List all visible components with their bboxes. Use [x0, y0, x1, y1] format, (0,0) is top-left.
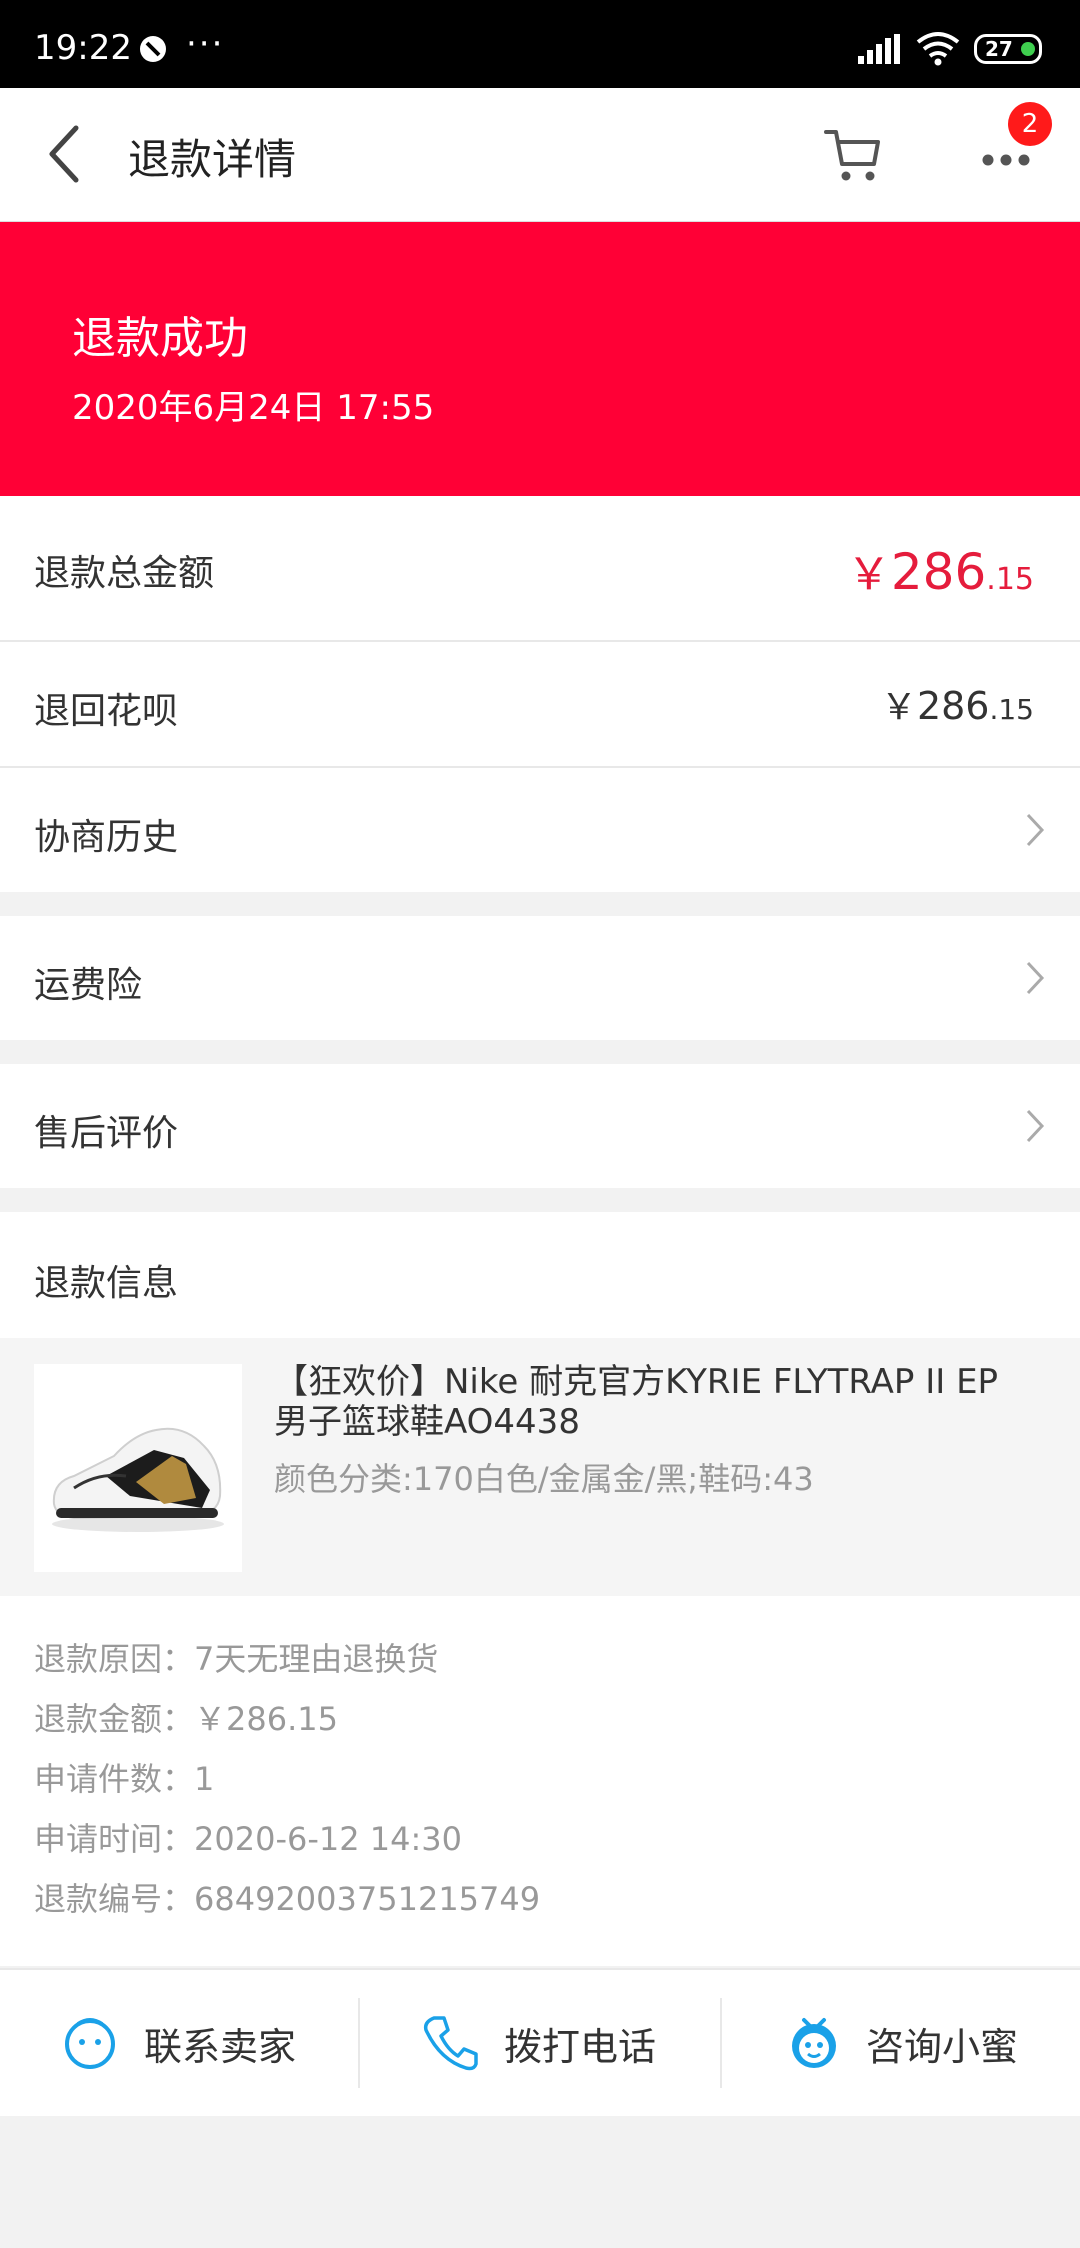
- request-time: 申请时间：2020-6-12 14:30: [34, 1820, 463, 1858]
- action-bar: 联系卖家 拨打电话 咨询小蜜: [0, 1968, 1080, 2116]
- amount-decimal: .15: [986, 562, 1034, 597]
- request-count: 申请件数：1: [34, 1760, 215, 1798]
- negotiation-history-row[interactable]: 协商历史: [0, 768, 1080, 892]
- battery-level: 27: [985, 37, 1013, 61]
- currency-symbol: ￥: [846, 549, 891, 600]
- ask-assistant-label: 咨询小蜜: [866, 2025, 1019, 2069]
- nav-bar: 退款详情 2: [0, 88, 1080, 222]
- status-bar: 19:22 ··· 27: [0, 0, 1080, 88]
- cart-icon[interactable]: [822, 124, 884, 186]
- call-phone-label: 拨打电话: [504, 2025, 657, 2069]
- currency-symbol: ￥: [880, 687, 917, 728]
- chat-face-icon: [65, 2018, 115, 2069]
- refund-total-label: 退款总金额: [34, 553, 215, 594]
- call-phone-button[interactable]: 拨打电话: [360, 1970, 720, 2116]
- refund-number[interactable]: 退款编号：68492003751215749: [34, 1874, 540, 1920]
- phone-icon: [423, 2016, 478, 2071]
- contact-seller-button[interactable]: 联系卖家: [0, 1970, 358, 2116]
- refund-status-banner: 退款成功 2020年6月24日 17:55: [0, 222, 1080, 496]
- signal-icon: [858, 34, 900, 64]
- refund-info-title: 退款信息: [34, 1263, 179, 1304]
- battery-icon: 27: [974, 34, 1042, 64]
- after-sale-review-row[interactable]: 售后评价: [0, 1064, 1080, 1188]
- huabei-label: 退回花呗: [34, 691, 179, 732]
- amount-decimal: .15: [989, 693, 1034, 726]
- refund-total-amount: ￥286.15: [847, 538, 1034, 602]
- contact-seller-label: 联系卖家: [144, 2025, 297, 2069]
- refund-reason: 退款原因：7天无理由退换货: [34, 1640, 439, 1678]
- shipping-insurance-row[interactable]: 运费险: [0, 916, 1080, 1040]
- huabei-row: 退回花呗 ￥286.15: [0, 642, 1080, 766]
- refund-date: 2020年6月24日 17:55: [72, 388, 435, 428]
- ask-assistant-button[interactable]: 咨询小蜜: [722, 1970, 1080, 2116]
- after-sale-review-label: 售后评价: [34, 1113, 179, 1154]
- status-time: 19:22: [34, 28, 132, 68]
- chevron-right-icon: [1026, 1109, 1045, 1143]
- amount-integer: 286: [916, 684, 990, 728]
- refund-info-header: 退款信息: [0, 1212, 1080, 1338]
- back-arrow-icon[interactable]: [40, 122, 90, 186]
- assistant-icon: [792, 2018, 836, 2068]
- status-overflow-dots: ···: [186, 24, 225, 64]
- refund-total-row: 退款总金额 ￥286.15: [0, 496, 1080, 640]
- amount-integer: 286: [890, 543, 987, 601]
- product-image[interactable]: [34, 1364, 242, 1572]
- negotiation-history-label: 协商历史: [34, 817, 179, 858]
- product-title[interactable]: 【狂欢价】Nike 耐克官方KYRIE FLYTRAP II EP 男子篮球鞋A…: [274, 1362, 1034, 1442]
- refund-info-details: 退款原因：7天无理由退换货 退款金额：￥286.15 申请件数：1 申请时间：2…: [0, 1596, 1080, 1966]
- chevron-right-icon: [1026, 961, 1045, 995]
- charging-dot: [1021, 42, 1035, 56]
- product-spec: 颜色分类:170白色/金属金/黑;鞋码:43: [274, 1460, 814, 1498]
- page-title: 退款详情: [128, 135, 297, 184]
- refund-amount: 退款金额：￥286.15: [34, 1700, 338, 1738]
- shipping-insurance-label: 运费险: [34, 965, 143, 1006]
- wifi-icon: [916, 32, 960, 66]
- sneaker-image: [52, 1427, 224, 1532]
- do-not-disturb-icon: [140, 36, 166, 62]
- product-card[interactable]: 【狂欢价】Nike 耐克官方KYRIE FLYTRAP II EP 男子篮球鞋A…: [0, 1338, 1080, 1596]
- refund-status: 退款成功: [72, 313, 248, 364]
- chevron-right-icon: [1026, 813, 1045, 847]
- notification-badge: 2: [1008, 102, 1052, 146]
- huabei-amount: ￥286.15: [881, 678, 1034, 730]
